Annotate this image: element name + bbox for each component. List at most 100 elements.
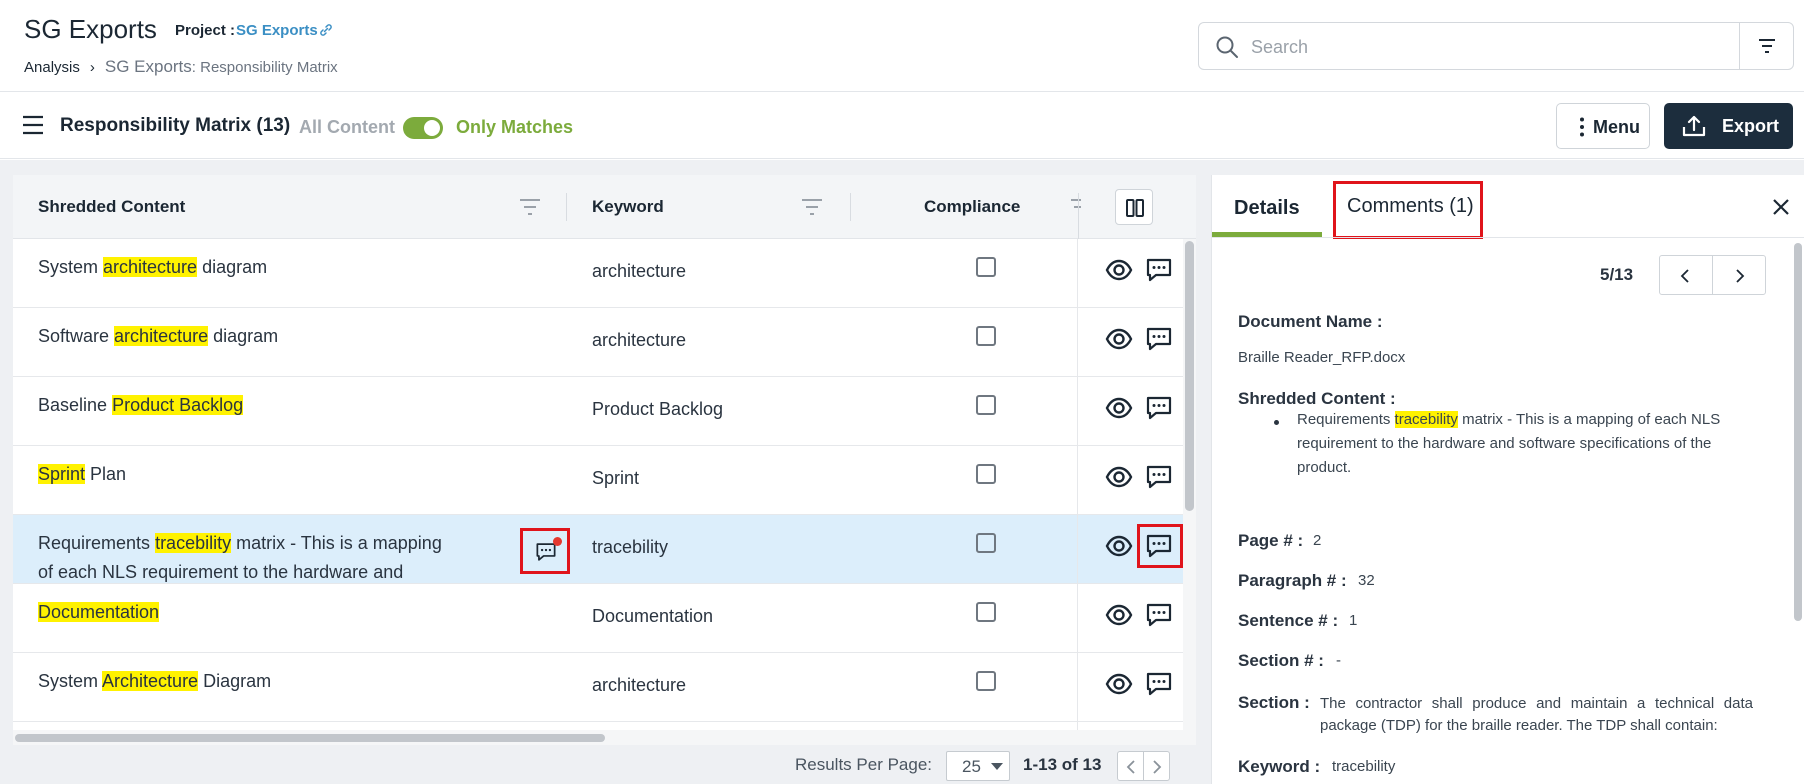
eye-icon[interactable] (1105, 394, 1133, 422)
project-label: Project : (175, 22, 236, 39)
chevron-right-icon (1153, 760, 1162, 774)
compliance-checkbox[interactable] (976, 602, 996, 622)
comment-icon[interactable] (1145, 325, 1173, 353)
table-header: Shredded Content Keyword Compliance (13, 175, 1196, 239)
only-matches-toggle[interactable] (403, 117, 443, 139)
search-icon (1216, 36, 1238, 58)
compliance-checkbox[interactable] (976, 257, 996, 277)
page-number-value: 2 (1313, 532, 1322, 549)
shredded-content-cell: Documentation (38, 598, 478, 627)
column-header-compliance[interactable]: Compliance (924, 175, 1020, 239)
comment-icon[interactable] (1145, 670, 1173, 698)
search-filter-button[interactable] (1739, 22, 1794, 70)
keyword-highlight: architecture (103, 257, 198, 277)
table-row[interactable]: Documentation Documentation (13, 584, 1183, 653)
table-row[interactable]: Software architecture diagram architectu… (13, 308, 1183, 377)
comment-icon[interactable] (1145, 532, 1173, 560)
keyword-highlight: Product Backlog (112, 395, 244, 415)
menu-button[interactable]: Menu (1556, 103, 1650, 149)
compliance-checkbox[interactable] (976, 464, 996, 484)
compliance-checkbox[interactable] (976, 326, 996, 346)
column-header-shredded-content[interactable]: Shredded Content (38, 175, 185, 239)
keyword-label: Keyword : (1238, 757, 1321, 776)
breadcrumb-root[interactable]: Analysis (24, 59, 80, 76)
tab-comments[interactable]: Comments (1) (1347, 195, 1474, 218)
column-filter-icon[interactable] (801, 197, 823, 217)
page-number-label: Page # : (1238, 531, 1304, 550)
comment-icon[interactable] (1145, 394, 1173, 422)
columns-toggle-button[interactable] (1115, 189, 1153, 225)
compliance-checkbox[interactable] (976, 671, 996, 691)
column-divider[interactable] (850, 193, 851, 221)
shredded-content-label: Shredded Content : (1238, 389, 1396, 408)
table-row[interactable]: Baseline Product Backlog Product Backlog (13, 377, 1183, 446)
scrollbar-thumb[interactable] (1185, 241, 1194, 511)
chevron-down-icon (991, 763, 1003, 770)
eye-icon[interactable] (1105, 532, 1133, 560)
keyword-value: tracebility (1332, 758, 1396, 775)
scrollbar-thumb[interactable] (15, 734, 605, 742)
project-link[interactable]: SG Exports (236, 22, 318, 39)
hamburger-icon[interactable] (22, 115, 44, 135)
chevron-right-icon (1736, 269, 1745, 283)
table-row[interactable]: System Architecture Diagram architecture (13, 653, 1183, 722)
all-content-label[interactable]: All Content (299, 117, 395, 138)
keyword-cell: architecture (592, 261, 687, 281)
tab-details[interactable]: Details (1234, 197, 1300, 220)
section-number-label: Section # : (1238, 651, 1324, 670)
table-row[interactable]: System architecture diagram architecture (13, 239, 1183, 308)
table-row-selected[interactable]: Requirements tracebility matrix - This i… (13, 515, 1183, 611)
compliance-checkbox[interactable] (976, 395, 996, 415)
comment-icon[interactable] (1145, 256, 1173, 284)
table-row[interactable]: Sprint Plan Sprint (13, 446, 1183, 515)
column-header-keyword[interactable]: Keyword (592, 175, 664, 239)
top-header: SG Exports Project : SG Exports Analysis… (0, 0, 1804, 92)
only-matches-label[interactable]: Only Matches (456, 117, 573, 138)
matrix-title: Responsibility Matrix (13) (60, 115, 291, 136)
column-filter-icon[interactable] (1071, 197, 1081, 217)
link-icon[interactable] (318, 22, 334, 38)
eye-icon[interactable] (1105, 325, 1133, 353)
next-record-button[interactable] (1712, 255, 1766, 295)
column-divider[interactable] (566, 193, 567, 221)
previous-page-button[interactable] (1117, 751, 1144, 781)
content-text: Plan (85, 464, 127, 484)
details-vertical-scrollbar[interactable] (1794, 243, 1803, 784)
content-text: Requirements (38, 533, 156, 553)
column-filter-icon[interactable] (519, 197, 541, 217)
comment-icon[interactable] (1145, 601, 1173, 629)
compliance-checkbox[interactable] (976, 533, 996, 553)
eye-icon[interactable] (1105, 670, 1133, 698)
actions-column-divider (1077, 239, 1078, 745)
results-per-page-select[interactable]: 25 (946, 751, 1010, 781)
content-text: diagram (197, 257, 268, 277)
table-horizontal-scrollbar[interactable] (13, 730, 1183, 745)
scrollbar-thumb[interactable] (1794, 243, 1802, 621)
shredded-content-cell: System architecture diagram (38, 253, 478, 282)
export-button[interactable]: Export (1664, 103, 1793, 149)
shredded-content-value: Requirements tracebility matrix - This i… (1297, 408, 1752, 480)
table-vertical-scrollbar[interactable] (1183, 239, 1196, 745)
responsibility-table: Shredded Content Keyword Compliance Syst… (13, 175, 1196, 745)
filter-icon (1759, 39, 1775, 53)
keyword-cell: tracebility (592, 537, 669, 557)
kebab-icon (1580, 117, 1584, 137)
previous-record-button[interactable] (1659, 255, 1713, 295)
breadcrumb-project: SG Exports (104, 57, 192, 76)
keyword-cell: architecture (592, 330, 687, 350)
toggle-knob (424, 120, 440, 136)
sentence-number-value: 1 (1349, 612, 1358, 629)
eye-icon[interactable] (1105, 256, 1133, 284)
comment-icon[interactable] (1145, 463, 1173, 491)
export-icon (1682, 115, 1706, 137)
content-text: Requirements (1297, 411, 1395, 428)
close-icon[interactable] (1772, 198, 1790, 216)
shredded-content-cell: Sprint Plan (38, 460, 478, 489)
content-text: Diagram (198, 671, 272, 691)
next-page-button[interactable] (1143, 751, 1170, 781)
row-comment-indicator[interactable] (520, 528, 570, 574)
eye-icon[interactable] (1105, 601, 1133, 629)
search-input[interactable] (1251, 33, 1721, 61)
eye-icon[interactable] (1105, 463, 1133, 491)
menu-button-label: Menu (1593, 117, 1640, 137)
